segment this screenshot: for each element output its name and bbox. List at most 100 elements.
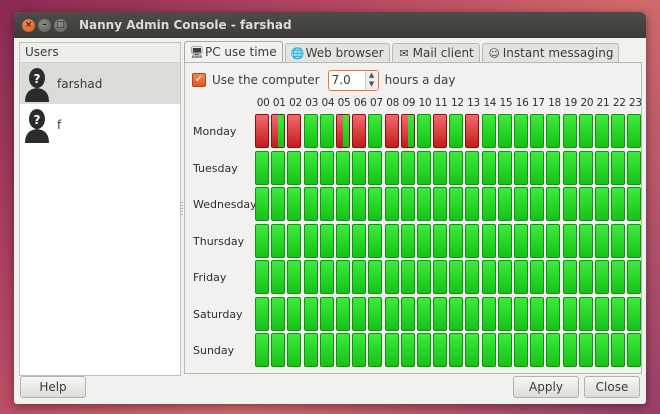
- user-item-f[interactable]: ? f: [20, 104, 180, 145]
- hour-cell[interactable]: [335, 296, 350, 331]
- hour-cell[interactable]: [319, 296, 334, 331]
- hour-cell[interactable]: [514, 150, 528, 185]
- hour-cell[interactable]: [627, 260, 642, 294]
- hour-cell[interactable]: [449, 296, 464, 331]
- spin-down-icon[interactable]: ▼: [366, 80, 378, 89]
- close-button[interactable]: Close: [584, 376, 640, 398]
- hour-cell[interactable]: [287, 114, 302, 148]
- hour-cell[interactable]: [416, 150, 431, 185]
- hour-cell[interactable]: [352, 260, 367, 294]
- hour-cell[interactable]: [594, 260, 609, 294]
- hour-cell[interactable]: [433, 187, 448, 221]
- hour-cell[interactable]: [384, 296, 399, 331]
- hour-cell[interactable]: [530, 150, 545, 185]
- hour-cell[interactable]: [255, 187, 269, 221]
- hour-cell[interactable]: [335, 223, 350, 258]
- hour-cell[interactable]: [319, 260, 334, 294]
- hour-cell[interactable]: [303, 296, 318, 331]
- hour-cell[interactable]: [319, 114, 334, 148]
- hour-cell[interactable]: [384, 223, 399, 258]
- hour-cell[interactable]: [287, 333, 302, 367]
- hour-cell[interactable]: [319, 150, 334, 185]
- hour-cell[interactable]: [578, 333, 593, 367]
- hour-cell[interactable]: [433, 296, 448, 331]
- hour-cell[interactable]: [578, 223, 593, 258]
- hour-cell[interactable]: [562, 260, 577, 294]
- hour-cell[interactable]: [368, 260, 383, 294]
- hour-cell[interactable]: [546, 333, 561, 367]
- hour-cell[interactable]: [514, 187, 528, 221]
- hour-cell[interactable]: [449, 114, 464, 148]
- hour-cell[interactable]: [465, 150, 480, 185]
- hour-cell[interactable]: [546, 150, 561, 185]
- hour-cell[interactable]: [400, 333, 415, 367]
- hour-cell[interactable]: [497, 260, 512, 294]
- hour-cell[interactable]: [562, 296, 577, 331]
- hour-cell[interactable]: [497, 296, 512, 331]
- spin-up-icon[interactable]: ▲: [366, 71, 378, 80]
- hour-cell[interactable]: [449, 223, 464, 258]
- hour-cell[interactable]: [578, 296, 593, 331]
- hour-cell[interactable]: [303, 260, 318, 294]
- hour-cell[interactable]: [400, 296, 415, 331]
- hour-cell[interactable]: [368, 223, 383, 258]
- tab-instant-messaging[interactable]: ☺ Instant messaging: [481, 43, 620, 62]
- hour-cell[interactable]: [352, 150, 367, 185]
- hour-cell[interactable]: [562, 187, 577, 221]
- user-item-farshad[interactable]: ? farshad: [20, 63, 180, 104]
- hours-input[interactable]: [328, 73, 365, 87]
- hour-cell[interactable]: [627, 150, 642, 185]
- hour-cell[interactable]: [416, 187, 431, 221]
- hour-cell[interactable]: [578, 114, 593, 148]
- hour-cell[interactable]: [352, 114, 367, 148]
- hour-cell[interactable]: [594, 296, 609, 331]
- hour-cell[interactable]: [368, 296, 383, 331]
- hour-cell[interactable]: [352, 333, 367, 367]
- hour-cell[interactable]: [416, 296, 431, 331]
- hour-cell[interactable]: [594, 333, 609, 367]
- hour-cell[interactable]: [611, 333, 626, 367]
- tab-pc-use-time[interactable]: 🖥 PC use time: [184, 41, 283, 62]
- hour-cell[interactable]: [546, 114, 561, 148]
- hour-cell[interactable]: [465, 223, 480, 258]
- hour-cell[interactable]: [465, 187, 480, 221]
- hour-cell[interactable]: [271, 260, 286, 294]
- hour-cell[interactable]: [400, 114, 415, 148]
- hour-cell[interactable]: [255, 296, 269, 331]
- hour-cell[interactable]: [465, 260, 480, 294]
- hour-cell[interactable]: [287, 260, 302, 294]
- hour-cell[interactable]: [611, 114, 626, 148]
- hour-cell[interactable]: [530, 333, 545, 367]
- hour-cell[interactable]: [449, 187, 464, 221]
- hour-cell[interactable]: [611, 260, 626, 294]
- hour-cell[interactable]: [352, 223, 367, 258]
- hour-cell[interactable]: [449, 333, 464, 367]
- hour-cell[interactable]: [530, 187, 545, 221]
- hour-cell[interactable]: [530, 114, 545, 148]
- hour-cell[interactable]: [562, 333, 577, 367]
- hour-cell[interactable]: [287, 296, 302, 331]
- use-computer-checkbox[interactable]: ✓: [192, 73, 206, 87]
- hour-cell[interactable]: [416, 333, 431, 367]
- hour-cell[interactable]: [335, 150, 350, 185]
- hour-cell[interactable]: [271, 114, 286, 148]
- maximize-window-icon[interactable]: □: [54, 18, 67, 32]
- hour-cell[interactable]: [271, 187, 286, 221]
- hour-cell[interactable]: [611, 187, 626, 221]
- hour-cell[interactable]: [271, 333, 286, 367]
- hour-cell[interactable]: [562, 223, 577, 258]
- hour-cell[interactable]: [303, 187, 318, 221]
- hour-cell[interactable]: [449, 260, 464, 294]
- hour-cell[interactable]: [594, 150, 609, 185]
- hour-cell[interactable]: [481, 114, 496, 148]
- hour-cell[interactable]: [514, 296, 528, 331]
- hour-cell[interactable]: [497, 187, 512, 221]
- hour-cell[interactable]: [562, 114, 577, 148]
- hour-cell[interactable]: [578, 260, 593, 294]
- hour-cell[interactable]: [368, 150, 383, 185]
- pane-resize-handle[interactable]: [180, 202, 183, 216]
- hour-cell[interactable]: [546, 187, 561, 221]
- hour-cell[interactable]: [481, 187, 496, 221]
- hour-cell[interactable]: [530, 296, 545, 331]
- hour-cell[interactable]: [497, 114, 512, 148]
